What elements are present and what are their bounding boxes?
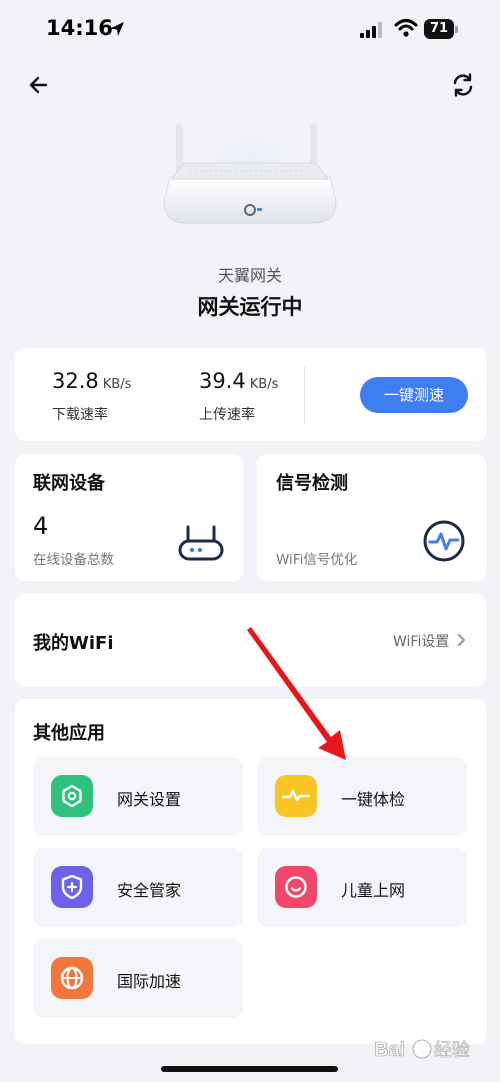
baidu-jingyan-watermark: Bai 经验 [374, 1039, 471, 1062]
refresh-icon[interactable] [448, 70, 478, 100]
signal-pulse-icon [423, 520, 465, 562]
location-arrow-icon [110, 22, 124, 36]
speed-test-button[interactable]: 一键测速 [360, 377, 468, 413]
hexagon-settings-icon [51, 775, 93, 817]
app-label: 网关设置 [117, 790, 182, 809]
app-label: 儿童上网 [341, 881, 406, 900]
signal-subtitle: WiFi信号优化 [276, 552, 358, 568]
svg-text:经验: 经验 [434, 1040, 470, 1061]
upload-unit: KB/s [249, 377, 279, 392]
app-tile-security[interactable]: 安全管家 [33, 848, 243, 927]
svg-text:Bai: Bai [374, 1039, 405, 1061]
app-tile-intl-acceleration[interactable]: 国际加速 [33, 939, 243, 1018]
battery-indicator: 71 [424, 19, 458, 39]
wifi-status-icon [394, 19, 418, 37]
shield-plus-icon [51, 866, 93, 908]
wifi-settings-link[interactable]: WiFi设置 [393, 631, 449, 651]
globe-icon [51, 957, 93, 999]
chevron-right-icon [458, 634, 466, 646]
device-count: 4 [33, 512, 49, 540]
download-label: 下载速率 [52, 407, 108, 423]
download-speed: 32.8 KB/s [52, 369, 131, 393]
router-illustration [163, 105, 337, 225]
pulse-check-icon [275, 775, 317, 817]
app-label: 安全管家 [117, 881, 182, 900]
battery-level: 71 [424, 19, 454, 39]
download-value: 32.8 [52, 369, 99, 393]
upload-speed: 39.4 KB/s [199, 369, 278, 393]
my-wifi-title: 我的WiFi [33, 633, 114, 654]
upload-value: 39.4 [199, 369, 246, 393]
signal-title: 信号检测 [276, 473, 348, 494]
back-arrow-icon[interactable] [24, 70, 54, 100]
download-unit: KB/s [102, 377, 132, 392]
router-icon [178, 525, 224, 561]
smile-face-icon [275, 866, 317, 908]
my-wifi-card[interactable]: 我的WiFi WiFi设置 [15, 594, 486, 686]
app-tile-gateway-settings[interactable]: 网关设置 [33, 757, 243, 836]
app-tile-kids-internet[interactable]: 儿童上网 [257, 848, 467, 927]
signal-card[interactable]: 信号检测 WiFi信号优化 [257, 454, 486, 581]
upload-label: 上传速率 [199, 407, 255, 423]
home-indicator [161, 1066, 338, 1072]
devices-title: 联网设备 [33, 473, 105, 494]
speed-card: 32.8 KB/s 下载速率 39.4 KB/s 上传速率 一键测速 [15, 348, 486, 441]
speed-divider [304, 366, 305, 424]
devices-subtitle: 在线设备总数 [33, 552, 114, 568]
other-apps-card: 其他应用 网关设置 一键体检 安全管家 儿童上网 国际加速 [15, 699, 486, 1044]
app-tile-one-click-check[interactable]: 一键体检 [257, 757, 467, 836]
cellular-signal-icon [360, 22, 382, 38]
status-time: 14:16 [46, 16, 113, 40]
gateway-status: 网关运行中 [197, 295, 303, 319]
other-apps-title: 其他应用 [33, 723, 105, 744]
gateway-name: 天翼网关 [217, 266, 282, 285]
devices-card[interactable]: 联网设备 4 在线设备总数 [15, 454, 243, 581]
app-label: 国际加速 [117, 972, 182, 991]
app-label: 一键体检 [341, 790, 406, 809]
